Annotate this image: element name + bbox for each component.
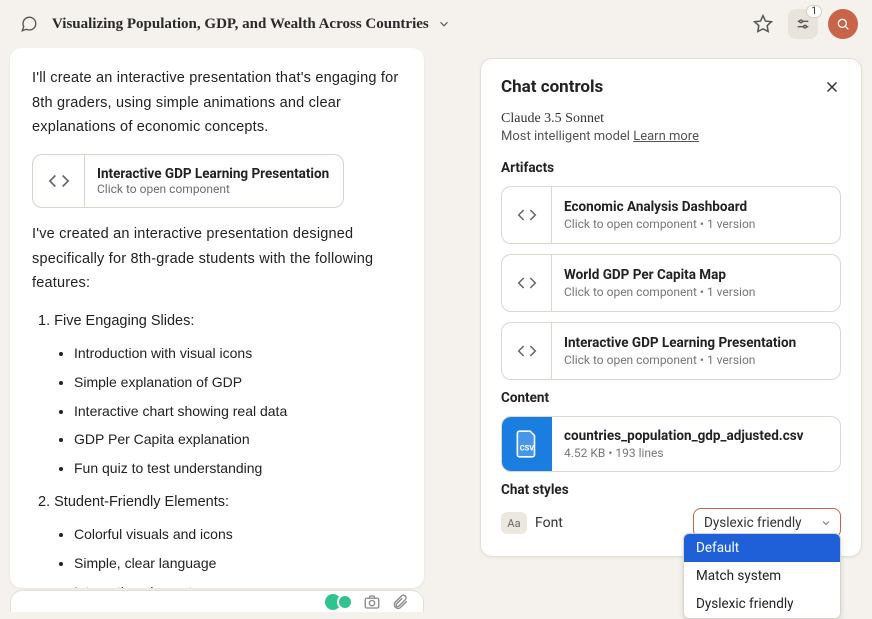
star-icon[interactable] — [748, 9, 778, 39]
list-item: GDP Per Capita explanation — [74, 425, 402, 454]
input-bar[interactable] — [10, 590, 424, 612]
chat-styles-label: Chat styles — [501, 482, 841, 498]
csv-file-icon: CSV — [502, 417, 552, 471]
avatar[interactable] — [828, 9, 858, 39]
code-icon — [502, 323, 552, 379]
code-icon — [502, 255, 552, 311]
artifact-chip[interactable]: Interactive GDP Learning Presentation Cl… — [32, 154, 344, 208]
svg-text:CSV: CSV — [520, 443, 535, 452]
chat-icon — [14, 9, 44, 39]
artifact-card[interactable]: Interactive GDP Learning Presentation Cl… — [501, 322, 841, 380]
feature-list: Five Engaging Slides: Introduction with … — [38, 308, 402, 588]
page-title[interactable]: Visualizing Population, GDP, and Wealth … — [52, 16, 429, 33]
code-icon — [33, 155, 85, 207]
font-option-dyslexic[interactable]: Dyslexic friendly — [684, 590, 840, 618]
artifacts-label: Artifacts — [501, 160, 841, 176]
chevron-down-icon[interactable] — [437, 17, 451, 31]
settings-badge: 1 — [806, 5, 822, 18]
chat-intro: I'll create an interactive presentation … — [32, 66, 402, 140]
chat-panel: I'll create an interactive presentation … — [10, 48, 424, 588]
list-item: Colorful visuals and icons — [74, 520, 402, 549]
font-icon: Aa — [501, 512, 527, 534]
settings-icon[interactable]: 1 — [788, 9, 818, 39]
feature-group: Five Engaging Slides: Introduction with … — [38, 308, 402, 483]
list-item: Simple, clear language — [74, 549, 402, 578]
model-name: Claude 3.5 Sonnet — [501, 111, 841, 127]
content-label: Content — [501, 390, 841, 406]
font-dropdown[interactable]: Default Match system Dyslexic friendly — [683, 533, 841, 619]
font-option-default[interactable]: Default — [684, 534, 840, 562]
chevron-down-icon — [820, 517, 832, 529]
controls-title: Chat controls — [501, 77, 603, 97]
list-item: Interactive chart showing real data — [74, 397, 402, 426]
list-item: Interactive elements — [74, 578, 402, 588]
feature-group: Student-Friendly Elements: Colorful visu… — [38, 489, 402, 588]
chat-followup: I've created an interactive presentation… — [32, 222, 402, 296]
learn-more-link[interactable]: Learn more — [633, 129, 699, 144]
font-label: Font — [535, 515, 563, 531]
code-icon — [502, 187, 552, 243]
artifact-card[interactable]: Economic Analysis Dashboard Click to ope… — [501, 186, 841, 244]
chat-controls-panel: Chat controls Claude 3.5 Sonnet Most int… — [480, 58, 862, 557]
camera-icon[interactable] — [363, 593, 381, 611]
model-tagline: Most intelligent model Learn more — [501, 129, 841, 144]
font-option-match-system[interactable]: Match system — [684, 562, 840, 590]
artifact-chip-title: Interactive GDP Learning Presentation — [97, 166, 329, 182]
attachment-icon[interactable] — [391, 593, 409, 611]
artifact-card[interactable]: World GDP Per Capita Map Click to open c… — [501, 254, 841, 312]
list-item: Simple explanation of GDP — [74, 368, 402, 397]
file-card[interactable]: CSV countries_population_gdp_adjusted.cs… — [501, 416, 841, 472]
close-icon[interactable] — [823, 78, 841, 96]
artifact-chip-sub: Click to open component — [97, 182, 329, 196]
list-item: Fun quiz to test understanding — [74, 454, 402, 483]
list-item: Introduction with visual icons — [74, 339, 402, 368]
badge-icons — [325, 594, 353, 610]
